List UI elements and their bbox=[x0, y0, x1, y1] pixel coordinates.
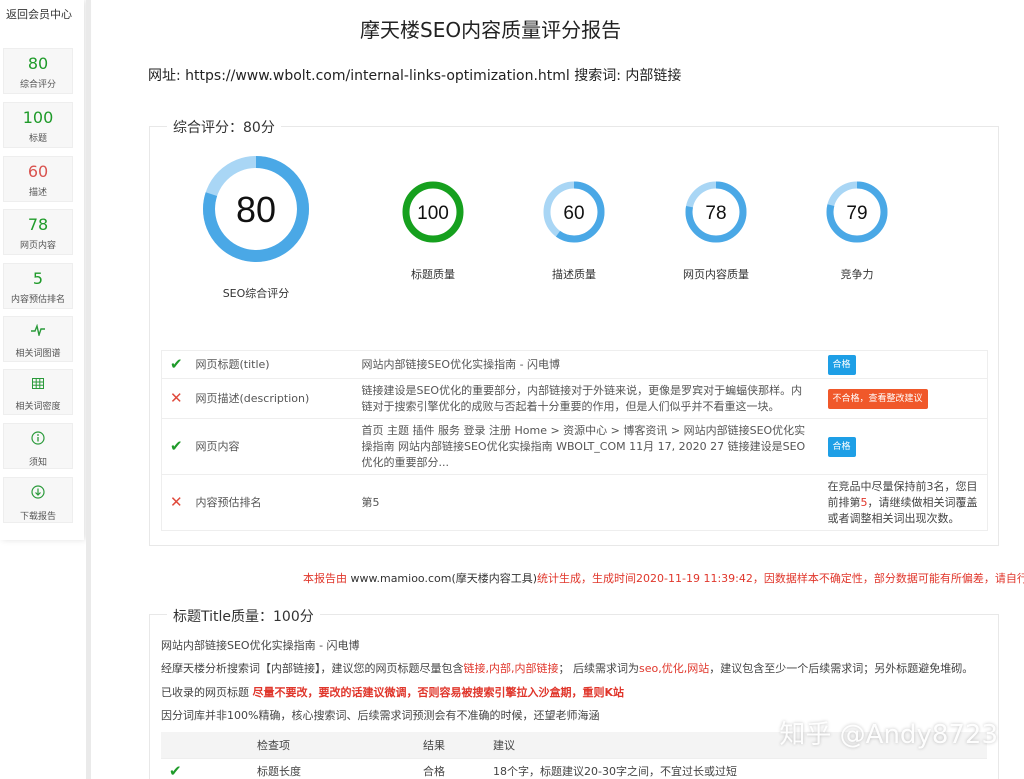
table-row: ✕ 内容预估排名 第5 在竞品中尽量保持前3名，您目前排第5，请继续做相关词覆盖… bbox=[161, 474, 988, 531]
sidebar-item-notice[interactable]: 须知 bbox=[3, 423, 73, 469]
check-item: 标题长度 bbox=[249, 758, 415, 779]
report-notice: 本报告由 www.mamioo.com(摩天楼内容工具)统计生成，生成时间202… bbox=[303, 572, 1024, 585]
gauge-label-description: 描述质量 bbox=[552, 268, 596, 281]
sidebar-item-keyword-graph[interactable]: 相关词图谱 bbox=[3, 316, 73, 362]
table-row: ✕ 网页描述(description) 链接建设是SEO优化的重要部分，内部链接… bbox=[161, 378, 988, 419]
row-content: 首页 主题 插件 服务 登录 注册 Home > 资源中心 > 博客资讯 > 网… bbox=[361, 418, 820, 475]
gauge-description-quality: 60 bbox=[543, 181, 605, 243]
sidebar-item-label: 相关词图谱 bbox=[15, 349, 61, 359]
sidebar-item-label: 须知 bbox=[28, 458, 47, 468]
table-row: ✔ 标题长度 合格 18个字，标题建议20-30字之间，不宜过长或过短 bbox=[161, 758, 987, 779]
gauge-competitiveness: 79 bbox=[826, 181, 888, 243]
cross-icon: ✕ bbox=[170, 388, 183, 407]
sidebar-item-label: 下载报告 bbox=[19, 512, 56, 522]
gauge-label-seo: SEO综合评分 bbox=[222, 287, 290, 300]
notice-site: www.mamioo.com(摩天楼内容工具) bbox=[350, 572, 538, 585]
check-icon: ✔ bbox=[169, 762, 182, 779]
gauge-seo-overall: 80 bbox=[203, 156, 309, 262]
info-icon bbox=[4, 431, 72, 451]
zhihu-watermark: 知乎 @Andy8723 bbox=[779, 720, 998, 750]
table-row: ✔ 网页标题(title) 网站内部链接SEO优化实操指南 - 闪电博 合格 bbox=[161, 350, 988, 379]
column-header: 结果 bbox=[415, 732, 485, 759]
check-icon: ✔ bbox=[170, 354, 183, 373]
gauge-value: 60 bbox=[563, 203, 584, 224]
check-result: 合格 bbox=[415, 758, 485, 779]
check-icon: ✔ bbox=[170, 436, 183, 455]
title-quality-legend: 标题Title质量：100分 bbox=[167, 606, 320, 626]
title-analysis: 经摩天楼分析搜索词【内部链接】，建议您的网页标题尽量包含链接,内部,内部链接； … bbox=[161, 662, 974, 675]
gauge-label-competitiveness: 竞争力 bbox=[840, 268, 874, 281]
gauge-label-content: 网页内容质量 bbox=[683, 268, 749, 281]
row-name: 网页标题(title) bbox=[195, 350, 362, 379]
gauge-label-title: 标题质量 bbox=[411, 268, 455, 281]
gauge-value: 100 bbox=[417, 203, 449, 224]
sidebar-item-download-report[interactable]: 下载报告 bbox=[3, 477, 73, 523]
row-name: 网页内容 bbox=[195, 418, 362, 475]
cross-icon: ✕ bbox=[170, 492, 183, 511]
disclaimer: 因分词库并非100%精确，核心搜索词、后续需求词预测会有不准确的时候，还望老师海… bbox=[161, 709, 600, 722]
row-name: 内容预估排名 bbox=[195, 474, 362, 531]
status-badge: 合格 bbox=[827, 354, 856, 375]
check-advice: 18个字，标题建议20-30字之间，不宜过长或过短 bbox=[485, 758, 987, 779]
page-title-text: 网站内部链接SEO优化实操指南 - 闪电博 bbox=[161, 639, 360, 652]
column-header: 检查项 bbox=[249, 732, 415, 759]
row-name: 网页描述(description) bbox=[195, 378, 362, 419]
status-badge: 合格 bbox=[827, 436, 856, 457]
pulse-icon bbox=[4, 323, 72, 342]
row-content: 链接建设是SEO优化的重要部分，内部链接对于外链来说，更像是罗宾对于蝙蝠侠那样。… bbox=[361, 378, 820, 419]
grid-icon bbox=[4, 377, 72, 395]
download-icon bbox=[4, 485, 72, 505]
gauge-value: 78 bbox=[705, 203, 726, 224]
indexed-title-warning: 已收录的网页标题 尽量不要改，要改的话建议微调，否则容易被搜索引擎拉入沙盒期，重… bbox=[161, 686, 625, 699]
table-row: ✔ 网页内容 首页 主题 插件 服务 登录 注册 Home > 资源中心 > 博… bbox=[161, 418, 988, 475]
ranking-advice: 在竞品中尽量保持前3名，您目前排第5，请继续做相关词覆盖或者调整相关词出现次数。 bbox=[819, 474, 988, 531]
gauge-value: 79 bbox=[846, 203, 867, 224]
sidebar-item-keyword-density[interactable]: 相关词密度 bbox=[3, 369, 73, 415]
sidebar-item-label: 相关词密度 bbox=[15, 402, 61, 412]
gauge-content-quality: 78 bbox=[685, 181, 747, 243]
row-content: 网站内部链接SEO优化实操指南 - 闪电博 bbox=[361, 350, 820, 379]
gauge-value: 80 bbox=[236, 189, 276, 230]
fix-suggestion-button[interactable]: 不合格，查看整改建议 bbox=[827, 388, 928, 409]
result-table: ✔ 网页标题(title) 网站内部链接SEO优化实操指南 - 闪电博 合格 ✕… bbox=[161, 350, 988, 531]
row-content: 第5 bbox=[361, 474, 820, 531]
gauge-title-quality: 100 bbox=[402, 181, 464, 243]
